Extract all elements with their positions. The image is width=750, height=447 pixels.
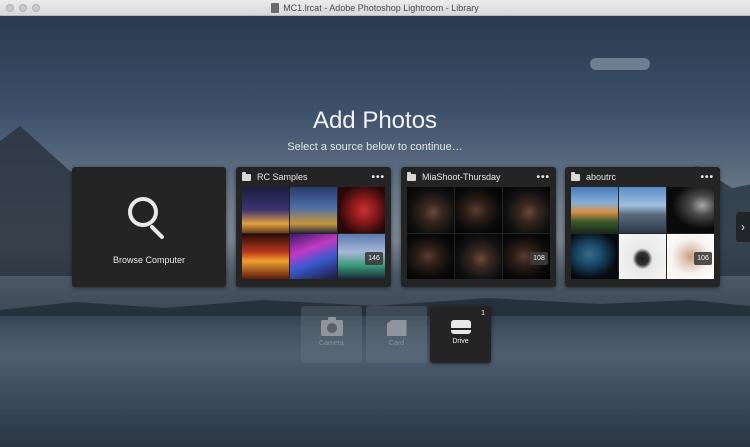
camera-source-button[interactable]: Camera [301,306,362,363]
photo-thumbnail [667,187,714,233]
folder-card-aboutrc[interactable]: aboutrc ••• 106 [565,167,720,287]
photo-thumbnail [455,187,502,233]
folder-card-miashoot-thursday[interactable]: MiaShoot-Thursday ••• 108 [401,167,556,287]
photo-thumbnail [571,187,618,233]
photo-thumbnail [503,187,550,233]
photo-thumbnail [290,233,337,279]
photo-thumbnail [455,233,502,279]
more-options-icon[interactable]: ••• [536,172,550,183]
photo-thumbnail [407,233,454,279]
window-titlebar: MC1.lrcat - Adobe Photoshop Lightroom - … [0,0,750,16]
photo-count-badge: 106 [694,252,712,265]
folder-icon [571,171,580,181]
card-source-button[interactable]: Card [366,306,427,363]
folder-name: aboutrc [586,172,617,182]
photo-thumbnail [242,233,289,279]
browse-computer-button[interactable]: Browse Computer [72,167,226,287]
folder-icon [407,171,416,181]
page-title: Add Photos [312,107,438,134]
photo-thumbnail [242,187,289,233]
more-options-icon[interactable]: ••• [371,172,385,183]
folder-name: MiaShoot-Thursday [422,172,501,182]
document-icon [271,3,280,13]
drive-count-badge: 1 [481,310,485,317]
card-label: Card [388,340,405,347]
browse-computer-label: Browse Computer [112,255,186,265]
sd-card-icon [386,320,407,336]
camera-label: Camera [319,340,344,347]
photo-thumbnail [619,187,666,233]
thumbnail-grid [571,187,714,279]
photo-thumbnail [571,233,618,279]
thumbnail-grid [407,187,550,279]
photo-thumbnail [338,187,385,233]
photo-count-badge: 146 [365,252,383,265]
cloud [590,58,650,70]
drive-label: Drive [452,338,469,345]
drive-icon [450,320,471,334]
page-subtitle: Select a source below to continue… [287,141,463,153]
drive-source-button[interactable]: 1 Drive [430,306,491,363]
more-options-icon[interactable]: ••• [700,172,714,183]
camera-icon [320,317,343,336]
window-title: MC1.lrcat - Adobe Photoshop Lightroom - … [283,3,479,13]
next-page-arrow[interactable]: › [736,212,750,242]
folder-icon [242,171,251,181]
photo-thumbnail [290,187,337,233]
folder-card-rc-samples[interactable]: RC Samples ••• 146 [236,167,391,287]
search-icon [125,195,173,243]
photo-thumbnail [407,187,454,233]
photo-count-badge: 108 [530,252,548,265]
folder-name: RC Samples [257,172,308,182]
thumbnail-grid [242,187,385,279]
photo-thumbnail [619,233,666,279]
